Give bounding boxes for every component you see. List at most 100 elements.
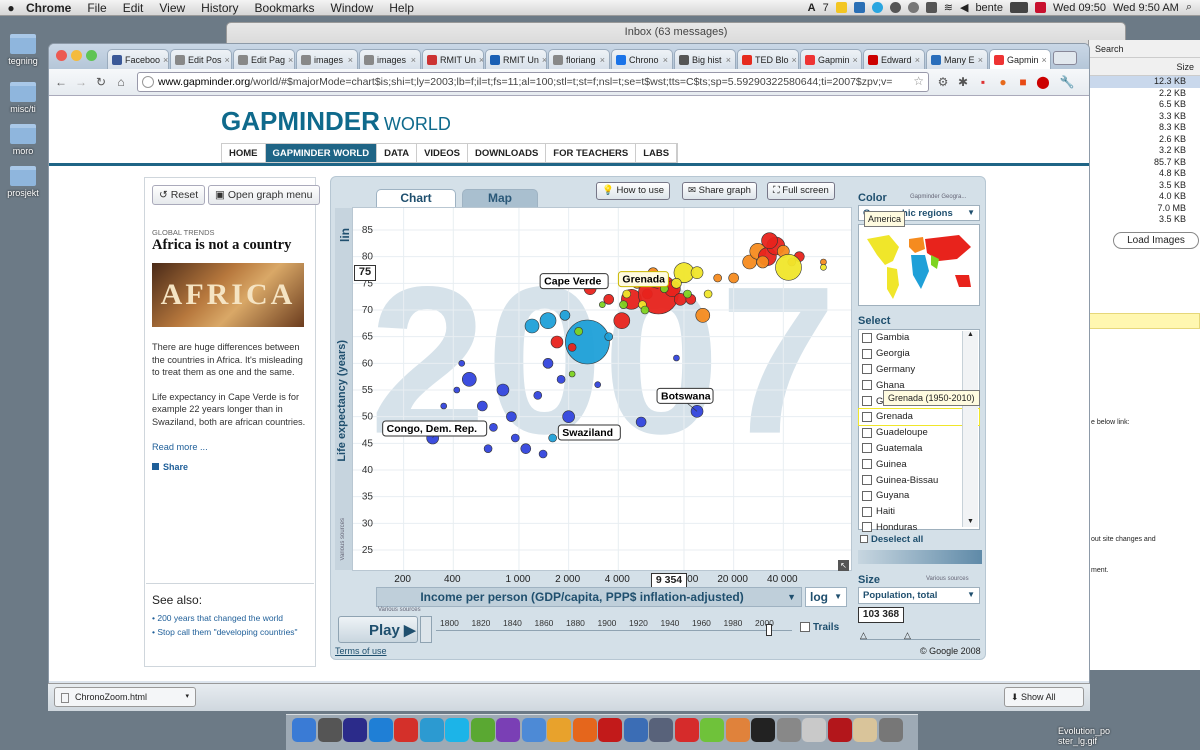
wifi-icon[interactable]: ≋ xyxy=(944,1,953,14)
menu-help[interactable]: Help xyxy=(381,1,422,15)
browser-tab[interactable]: Faceboo × xyxy=(107,49,169,69)
tab-close-icon[interactable]: × xyxy=(726,55,731,65)
tab-close-icon[interactable]: × xyxy=(225,55,230,65)
browser-tab[interactable]: RMIT Un × xyxy=(485,49,547,69)
dock-app-icon[interactable] xyxy=(394,718,418,742)
dock-app-icon[interactable] xyxy=(623,718,648,742)
opacity-slider[interactable] xyxy=(858,550,982,564)
skype-icon[interactable] xyxy=(871,2,883,13)
open-graph-menu-button[interactable]: ▣ Open graph menu xyxy=(208,185,320,205)
trails-checkbox[interactable]: Trails xyxy=(800,622,839,633)
browser-tab[interactable]: RMIT Un × xyxy=(422,49,484,69)
extension-puzzle-icon[interactable]: ✱ xyxy=(955,74,971,90)
finder-size-row[interactable]: 2.6 KB xyxy=(1089,134,1200,146)
battery-icon[interactable] xyxy=(1009,2,1028,13)
chevron-down-icon[interactable]: ▾ xyxy=(185,692,189,700)
country-list-item[interactable]: Guinea-Bissau xyxy=(859,472,979,488)
nav-for-teachers[interactable]: FOR TEACHERS xyxy=(546,144,637,162)
dock-app-icon[interactable] xyxy=(776,718,801,742)
world-color-map[interactable] xyxy=(858,224,980,306)
size-min-handle-icon[interactable]: △ xyxy=(860,630,867,641)
new-tab-button[interactable] xyxy=(1053,51,1077,65)
terms-of-use-link[interactable]: Terms of use xyxy=(335,646,387,656)
load-images-button[interactable]: Load Images xyxy=(1113,231,1199,249)
finder-size-row[interactable]: 3.5 KB xyxy=(1089,214,1200,226)
deselect-all-checkbox[interactable]: Deselect all xyxy=(860,534,923,545)
finder-size-row[interactable]: 3.3 KB xyxy=(1089,111,1200,123)
notes-icon[interactable] xyxy=(835,2,847,13)
country-list-item[interactable]: Germany xyxy=(859,362,979,378)
finder-size-row[interactable]: 4.0 KB xyxy=(1089,191,1200,203)
country-list-item[interactable]: Guadeloupe xyxy=(859,425,979,441)
menu-history[interactable]: History xyxy=(193,1,246,15)
finder-search-label[interactable]: Search xyxy=(1089,40,1200,58)
desktop-folder-moro[interactable]: moro xyxy=(2,124,44,156)
nav-videos[interactable]: VIDEOS xyxy=(417,144,468,162)
browser-tab[interactable]: Edit Pos × xyxy=(170,49,232,69)
tab-close-icon[interactable]: × xyxy=(792,55,797,65)
dock-app-icon[interactable] xyxy=(802,718,826,742)
tab-close-icon[interactable]: × xyxy=(1042,55,1047,65)
country-list-item[interactable]: Guatemala xyxy=(859,441,979,457)
x-axis-indicator-select[interactable]: Income per person (GDP/capita, PPP$ infl… xyxy=(376,587,802,607)
browser-tab[interactable]: Big hist × xyxy=(674,49,736,69)
dock-app-icon[interactable] xyxy=(751,718,775,742)
zoom-window-icon[interactable] xyxy=(86,50,97,61)
tab-close-icon[interactable]: × xyxy=(978,55,983,65)
browser-tab[interactable]: Gapmin × xyxy=(800,49,862,69)
adobe-icon[interactable]: A xyxy=(808,2,816,14)
forward-icon[interactable]: → xyxy=(73,74,89,90)
show-all-button[interactable]: ⬇ Show All xyxy=(1004,687,1084,707)
country-list-item[interactable]: Guinea xyxy=(859,456,979,472)
menu-edit[interactable]: Edit xyxy=(115,1,152,15)
dock-app-icon[interactable] xyxy=(445,718,469,742)
finder-size-row[interactable]: 7.0 MB xyxy=(1089,203,1200,215)
tab-close-icon[interactable]: × xyxy=(288,55,293,65)
timeline-slider[interactable]: 1800 1820 1840 1860 1880 1900 1920 1940 1960 1980… xyxy=(436,616,792,643)
dock-app-icon[interactable] xyxy=(292,718,316,742)
browser-tab[interactable]: Edit Pag × xyxy=(233,49,295,69)
menu-app-chrome[interactable]: Chrome xyxy=(22,1,79,15)
extension-orange-icon[interactable]: ■ xyxy=(1015,74,1031,90)
extension-gear-icon[interactable]: ⚙ xyxy=(935,74,951,90)
volume-icon[interactable]: ◀ xyxy=(960,1,968,14)
tab-close-icon[interactable]: × xyxy=(663,55,668,65)
chart-svg[interactable]: 200725303540455055606570758085Cape Verde… xyxy=(353,208,852,571)
desktop-folder-prosjekt[interactable]: prosjekt xyxy=(2,166,44,198)
extension-stumble-icon[interactable]: ● xyxy=(995,74,1011,90)
dropbox-icon[interactable] xyxy=(853,2,865,13)
clock-24h[interactable]: Wed 09:50 xyxy=(1053,2,1106,14)
country-list-item[interactable]: Georgia xyxy=(859,346,979,362)
dock-app-icon[interactable] xyxy=(343,718,367,742)
y-axis-label[interactable]: Life expectancy (years) xyxy=(336,340,348,462)
menu-window[interactable]: Window xyxy=(323,1,382,15)
menu-bookmarks[interactable]: Bookmarks xyxy=(247,1,323,15)
menu-view[interactable]: View xyxy=(151,1,193,15)
x-scale-select[interactable]: log ▼ xyxy=(805,587,847,607)
dock-app-icon[interactable] xyxy=(572,718,597,742)
size-max-handle-icon[interactable]: △ xyxy=(904,630,911,641)
dock-app-icon[interactable] xyxy=(419,718,444,742)
reset-button[interactable]: ↺ Reset xyxy=(152,185,206,205)
dock-app-icon[interactable] xyxy=(368,718,393,742)
share-link[interactable]: Share xyxy=(152,462,310,472)
dock-app-icon[interactable] xyxy=(649,718,673,742)
extension-adblock-icon[interactable]: ⬤ xyxy=(1035,74,1051,90)
size-range-slider[interactable]: △ △ xyxy=(860,628,980,640)
dock-app-icon[interactable] xyxy=(700,718,724,742)
tab-close-icon[interactable]: × xyxy=(479,55,483,65)
finder-size-row[interactable]: 4.8 KB xyxy=(1089,168,1200,180)
close-window-icon[interactable] xyxy=(56,50,67,61)
nav-gapminder-world[interactable]: GAPMINDER WORLD xyxy=(265,144,378,162)
browser-tab[interactable]: images × xyxy=(359,49,421,69)
finder-size-row[interactable]: 8.3 KB xyxy=(1089,122,1200,134)
country-list-item[interactable]: Gambia xyxy=(859,330,979,346)
finder-size-row[interactable]: 2.2 KB xyxy=(1089,88,1200,100)
desktop-folder-misc[interactable]: misc/ti xyxy=(2,82,44,114)
country-list-item[interactable]: Guyana xyxy=(859,488,979,504)
see-also-link-1[interactable]: • 200 years that changed the world xyxy=(152,613,312,623)
dock-app-icon[interactable] xyxy=(598,718,622,742)
dock-app-icon[interactable] xyxy=(521,718,546,742)
speed-slider[interactable] xyxy=(420,616,432,643)
extension-note-icon[interactable]: ▪ xyxy=(975,74,991,90)
